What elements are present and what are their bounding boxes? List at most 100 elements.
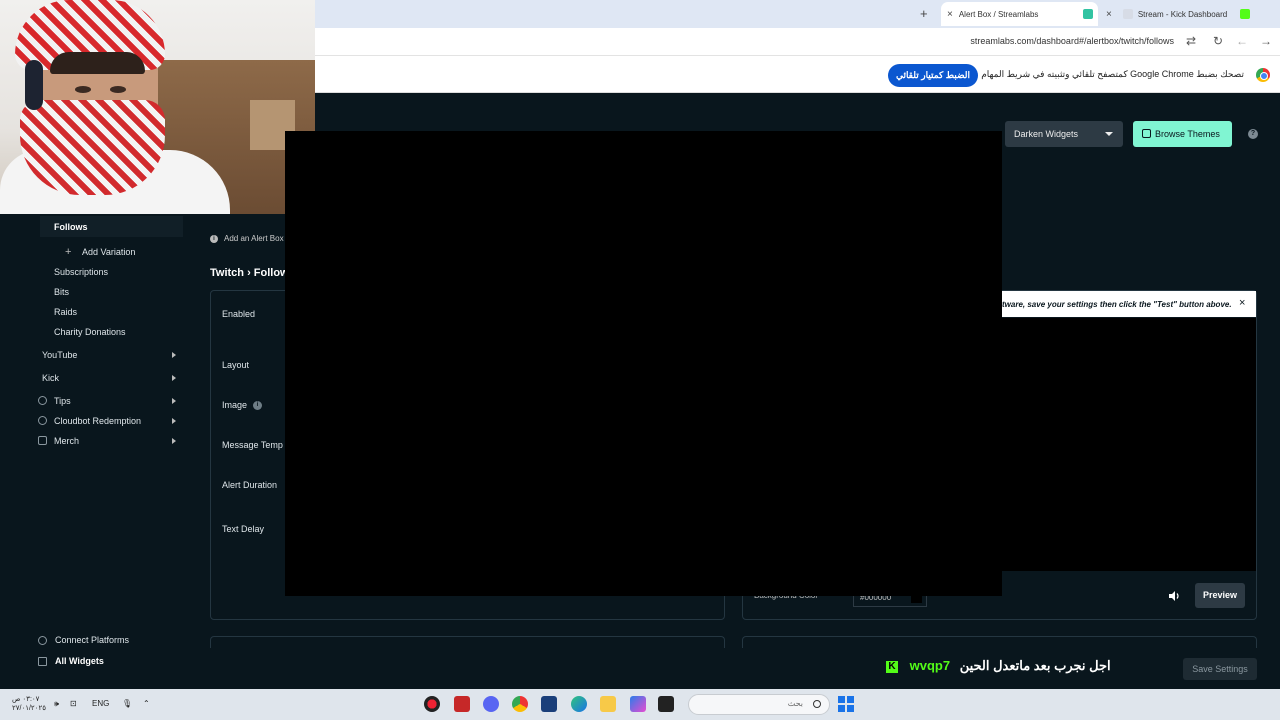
connect-platforms-link[interactable]: Connect Platforms (55, 635, 129, 645)
caret-right-icon (172, 418, 176, 424)
field-alert-duration: Alert Duration (222, 480, 278, 490)
forward-icon[interactable]: ← (1236, 34, 1248, 48)
all-widgets-link[interactable]: All Widgets (55, 656, 104, 666)
save-settings-button[interactable]: Save Settings (1183, 658, 1257, 680)
media-app-icon[interactable] (630, 696, 646, 712)
sidebar-group-merch[interactable]: Merch (54, 436, 79, 446)
field-message-template: Message Temp (222, 440, 283, 450)
tab-label: Stream - Kick Dashboard (1137, 9, 1228, 19)
webcam-face-scarf (20, 100, 165, 195)
caret-right-icon (172, 438, 176, 444)
set-default-button[interactable]: الضبط كمتيار تلقائي (888, 64, 978, 87)
caret-right-icon (172, 375, 176, 381)
windows-start-icon[interactable] (838, 696, 854, 712)
app-icon[interactable] (424, 696, 440, 712)
help-icon[interactable]: ? (1248, 129, 1258, 139)
sidebar-group-youtube[interactable]: YouTube (42, 350, 77, 360)
field-image: Image (222, 400, 248, 410)
external-link-icon (1142, 129, 1151, 138)
globe-favicon-icon (1122, 9, 1133, 19)
taskbar-clock[interactable]: ٠٣:٠٧ ص ٢٧/٠١/٢٠٢٥ (12, 695, 46, 713)
field-layout: Layout (222, 360, 250, 370)
language-indicator[interactable]: ENG (92, 699, 109, 708)
webcam-eye (75, 86, 91, 93)
infobar-message: تصحك بضبط Google Chrome كمتصفح تلقائي وت… (981, 69, 1244, 79)
sidebar-item-follows[interactable]: Follows (54, 222, 88, 232)
darken-widgets-dropdown[interactable]: Darken Widgets (1005, 121, 1123, 147)
close-tab-icon[interactable]: × (1106, 9, 1112, 20)
network-icon[interactable]: ⊡ (70, 699, 77, 708)
sidebar-group-tips[interactable]: Tips (54, 396, 71, 406)
webcam-headset (25, 60, 43, 110)
close-tab-icon[interactable]: × (947, 9, 953, 20)
info-icon: i (210, 235, 218, 243)
kick-logo-icon: K (886, 660, 898, 673)
field-enabled: Enabled (222, 309, 256, 319)
clock-time: ٠٣:٠٧ ص (12, 696, 40, 703)
kick-chat-overlay: K wvqp7 اجل نجرب بعد ماتعدل الحين (886, 658, 1111, 674)
cloudbot-icon (38, 416, 47, 425)
sidebar-group-cloudbot-redemption[interactable]: Cloudbot Redemption (54, 416, 141, 426)
new-tab-button[interactable]: + (920, 6, 928, 21)
sidebar-item-bits[interactable]: Bits (54, 287, 69, 297)
add-alert-box-link[interactable]: Add an Alert Box (224, 234, 284, 243)
chevron-up-icon[interactable]: ⌃ (143, 699, 150, 708)
reload-icon[interactable]: ↻ (1213, 34, 1223, 48)
tips-icon (38, 396, 47, 405)
sidebar-group-kick[interactable]: Kick (42, 373, 59, 383)
chrome-logo-icon (1256, 68, 1270, 82)
kick-chat-username: wvqp7 (909, 658, 951, 673)
sidebar-item-raids[interactable]: Raids (54, 307, 77, 317)
clock-date: ٢٧/٠١/٢٠٢٥ (12, 705, 46, 712)
tab-kick-dashboard[interactable]: × Stream - Kick Dashboard (1100, 2, 1255, 26)
file-explorer-icon[interactable] (600, 696, 616, 712)
browse-themes-button[interactable]: Browse Themes (1133, 121, 1232, 147)
preview-button[interactable]: Preview (1195, 583, 1245, 608)
preview-canvas (1002, 318, 1256, 571)
merch-icon (38, 436, 47, 445)
add-variation-link[interactable]: Add Variation (82, 247, 135, 257)
preview-panel-lower (742, 636, 1257, 648)
discord-icon[interactable] (483, 696, 499, 712)
microphone-icon[interactable]: 🎙 (122, 699, 132, 708)
taskbar-search[interactable]: بحث (688, 694, 830, 715)
kick-favicon-icon (1240, 9, 1250, 19)
store-icon[interactable] (541, 696, 557, 712)
tab-alert-box[interactable]: × Alert Box / Streamlabs (941, 2, 1098, 26)
streamlabs-favicon-icon (1083, 9, 1093, 19)
edge-icon[interactable] (571, 696, 587, 712)
volume-icon[interactable] (1168, 590, 1180, 602)
back-icon[interactable]: → (1260, 34, 1272, 48)
chevron-down-icon (1105, 132, 1113, 136)
test-notice-banner: tware, save your settings then click the… (1002, 291, 1256, 317)
url-field[interactable]: streamlabs.com/dashboard#/alertbox/twitc… (970, 36, 1174, 46)
windows-taskbar: ٠٣:٠٧ ص ٢٧/٠١/٢٠٢٥ 🕪 ⊡ ENG 🎙 ⌃ بحث (0, 689, 1280, 720)
kick-chat-message: اجل نجرب بعد ماتعدل الحين (959, 658, 1111, 673)
search-icon (813, 700, 821, 708)
notice-text: tware, save your settings then click the… (1002, 300, 1232, 309)
browse-themes-label: Browse Themes (1155, 129, 1220, 139)
grid-icon (38, 657, 47, 666)
caret-right-icon (172, 398, 176, 404)
site-settings-icon[interactable]: ⇄ (1186, 34, 1196, 48)
chrome-icon[interactable] (512, 696, 528, 712)
settings-panel-lower (210, 636, 725, 648)
sidebar-item-subscriptions[interactable]: Subscriptions (54, 267, 108, 277)
darken-widgets-label: Darken Widgets (1014, 129, 1079, 139)
terminal-icon[interactable] (658, 696, 674, 712)
info-icon[interactable]: i (253, 401, 262, 410)
sidebar-item-charity-donations[interactable]: Charity Donations (54, 327, 126, 337)
breadcrumb: Twitch › Follow (210, 267, 289, 279)
close-icon[interactable]: × (1239, 297, 1245, 309)
webcam-hair (50, 52, 145, 74)
webcam-eye (110, 86, 126, 93)
search-placeholder: بحث (787, 699, 803, 708)
acrobat-icon[interactable] (454, 696, 470, 712)
black-screen-overlay (285, 131, 1002, 596)
link-icon (38, 636, 47, 645)
speaker-icon[interactable]: 🕪 (54, 699, 59, 709)
tab-label: Alert Box / Streamlabs (958, 9, 1039, 19)
webcam-overlay (0, 0, 315, 214)
plus-icon: + (65, 246, 72, 258)
caret-right-icon (172, 352, 176, 358)
